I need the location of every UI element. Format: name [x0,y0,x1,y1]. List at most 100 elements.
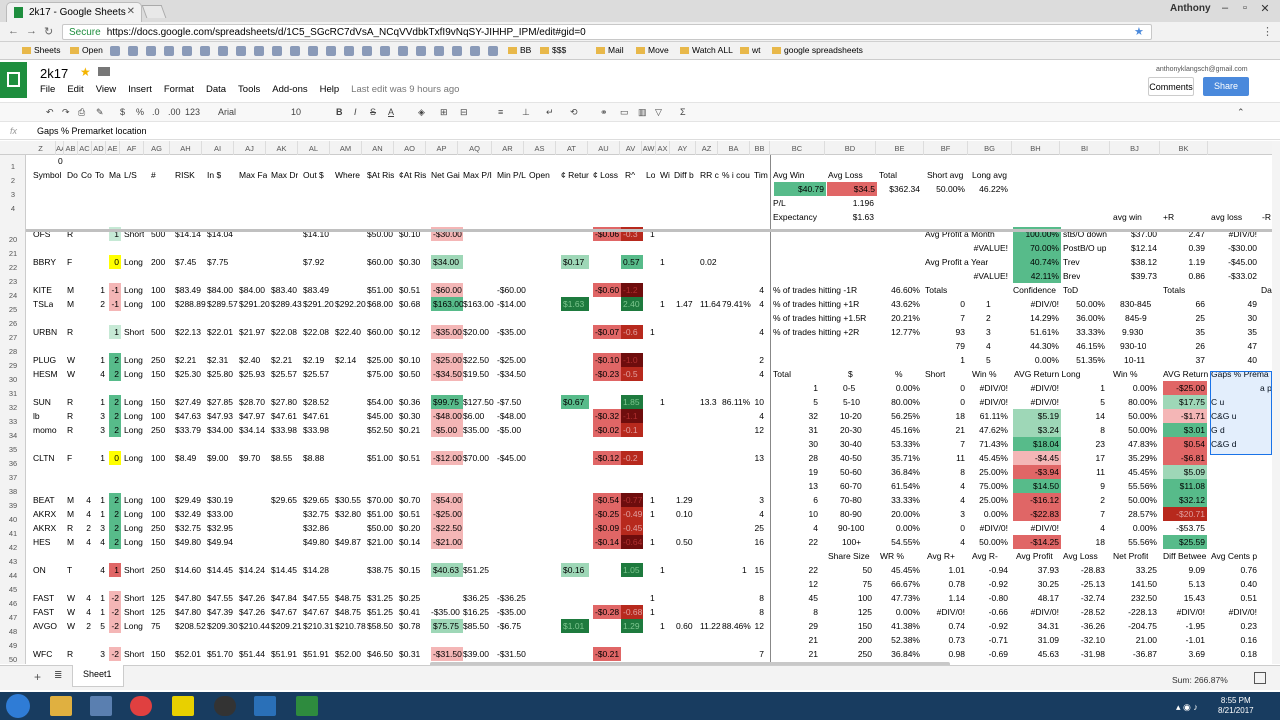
cell[interactable]: 50.00% [1063,297,1107,311]
cell[interactable]: $8.88 [303,451,324,465]
bookmark-icon[interactable] [434,46,444,56]
cell[interactable]: $362.34 [878,182,922,196]
cell[interactable]: Net Gai [431,168,460,182]
cell[interactable]: $32.95 [207,521,233,535]
cell[interactable]: 3 [95,521,107,535]
cell[interactable]: $49.87 [335,535,361,549]
cell[interactable]: Expectancy [773,210,817,224]
cell[interactable]: $14.24 [239,563,265,577]
bookmark-icon[interactable] [362,46,372,56]
cell[interactable]: 8 [800,605,820,619]
cell[interactable]: Avg Loss [828,168,863,182]
cell[interactable]: Long [124,493,143,507]
cell[interactable]: $51.00 [367,283,393,297]
cell[interactable]: $47.55 [303,591,329,605]
cell[interactable]: 1 [95,493,107,507]
cell[interactable]: Short [925,367,945,381]
cell[interactable]: $75.00 [367,367,393,381]
cell[interactable]: 8 [754,605,766,619]
cell[interactable]: $25.80 [207,367,233,381]
tray-icons[interactable]: ▴ ◉ ♪ [1176,702,1198,713]
cell[interactable]: 0 [109,451,121,465]
cell[interactable]: 1.05 [621,563,643,577]
cell[interactable]: $27.49 [175,395,201,409]
cell[interactable]: Open [529,168,550,182]
cell[interactable]: 0.00% [1113,521,1159,535]
align-vertical-icon[interactable]: ⊥ [522,107,530,118]
cell[interactable]: $11.08 [1163,479,1207,493]
menu-tools[interactable]: Tools [238,84,260,95]
cell[interactable]: Avg Cents p [1211,549,1257,563]
cell[interactable]: $0.25 [399,591,420,605]
cell[interactable]: -228.13 [1113,605,1159,619]
cell[interactable]: #DIV/0! [970,521,1010,535]
cell[interactable]: $22.01 [207,325,233,339]
cell[interactable]: AVGO [33,619,57,633]
cell[interactable]: 0.00% [878,521,922,535]
cell[interactable]: -$0.23 [593,367,621,381]
cell[interactable]: 61.54% [878,479,922,493]
cell[interactable]: $25.30 [175,367,201,381]
menu-file[interactable]: File [40,84,55,95]
cell[interactable]: 0.74 [925,619,967,633]
cell[interactable]: Long [124,409,143,423]
cell[interactable]: 46.22% [970,182,1010,196]
cell[interactable]: 0.73 [925,633,967,647]
cell[interactable]: $68.00 [367,297,393,311]
cell[interactable]: 250 [151,423,165,437]
cell[interactable]: $34.00 [431,255,463,269]
cell[interactable]: $0.17 [561,255,589,269]
cell[interactable]: 4 [925,493,967,507]
cell[interactable]: 66 [1163,297,1207,311]
cell[interactable]: $27.80 [271,395,297,409]
cell[interactable]: -0.92 [970,577,1010,591]
cell[interactable]: -0.66 [970,605,1010,619]
cell[interactable]: 3 [95,647,107,661]
cell[interactable]: 1 [660,619,665,633]
cell[interactable]: $25.59 [1163,535,1207,549]
cell[interactable]: 845-9 [1125,311,1147,325]
cell[interactable]: 2 [754,353,766,367]
cell[interactable]: -32.10 [1063,633,1107,647]
url-field[interactable]: Secure https://docs.google.com/spreadshee… [62,24,1152,40]
menu-addons[interactable]: Add-ons [272,84,307,95]
cell[interactable]: -$45.00 [497,451,526,465]
cell[interactable]: Short avg [927,168,963,182]
cell[interactable]: 2 [109,423,121,437]
cell[interactable]: 46.15% [1063,339,1107,353]
cell[interactable]: 80.00% [878,395,922,409]
cell[interactable]: $209.30 [207,619,238,633]
cell[interactable]: R^ [625,168,635,182]
cell[interactable]: -0.94 [970,563,1010,577]
cell[interactable]: $52.00 [335,647,361,661]
star-icon[interactable]: ★ [80,65,91,79]
cell[interactable]: $0.36 [399,395,420,409]
cell[interactable]: 1.29 [676,493,693,507]
cell[interactable]: 90-100 [838,521,864,535]
cell[interactable]: AVG Return [1163,367,1208,381]
cell[interactable]: $0.50 [399,367,420,381]
cell[interactable]: 22 [800,563,820,577]
cell[interactable]: ToD [1063,283,1078,297]
cell[interactable]: $7.45 [175,255,196,269]
cell[interactable]: $22.08 [271,325,297,339]
cell[interactable]: Long [124,283,143,297]
cell[interactable]: 23 [1063,437,1107,451]
cell[interactable]: $29.65 [303,493,329,507]
cell[interactable]: 0.10 [676,507,693,521]
cell[interactable]: -$60.00 [497,283,526,297]
decrease-decimal-icon[interactable]: .0 [152,107,160,117]
cell[interactable]: 2 [81,521,93,535]
cell[interactable]: $25.57 [303,367,329,381]
cell[interactable]: $21.97 [239,325,265,339]
cell[interactable]: $47.39 [207,605,233,619]
cell[interactable]: $28.70 [239,395,265,409]
menu-icon[interactable]: ⋮ [1262,25,1273,38]
bookmark-icon[interactable] [182,46,192,56]
cell[interactable]: Long [124,619,143,633]
cell[interactable]: 14 [1063,409,1107,423]
cell[interactable]: $0.54 [1163,437,1207,451]
bookmark-icon[interactable] [470,46,480,56]
clock[interactable]: 8:55 PM 8/21/2017 [1218,696,1254,716]
cell[interactable]: $14.60 [175,563,201,577]
